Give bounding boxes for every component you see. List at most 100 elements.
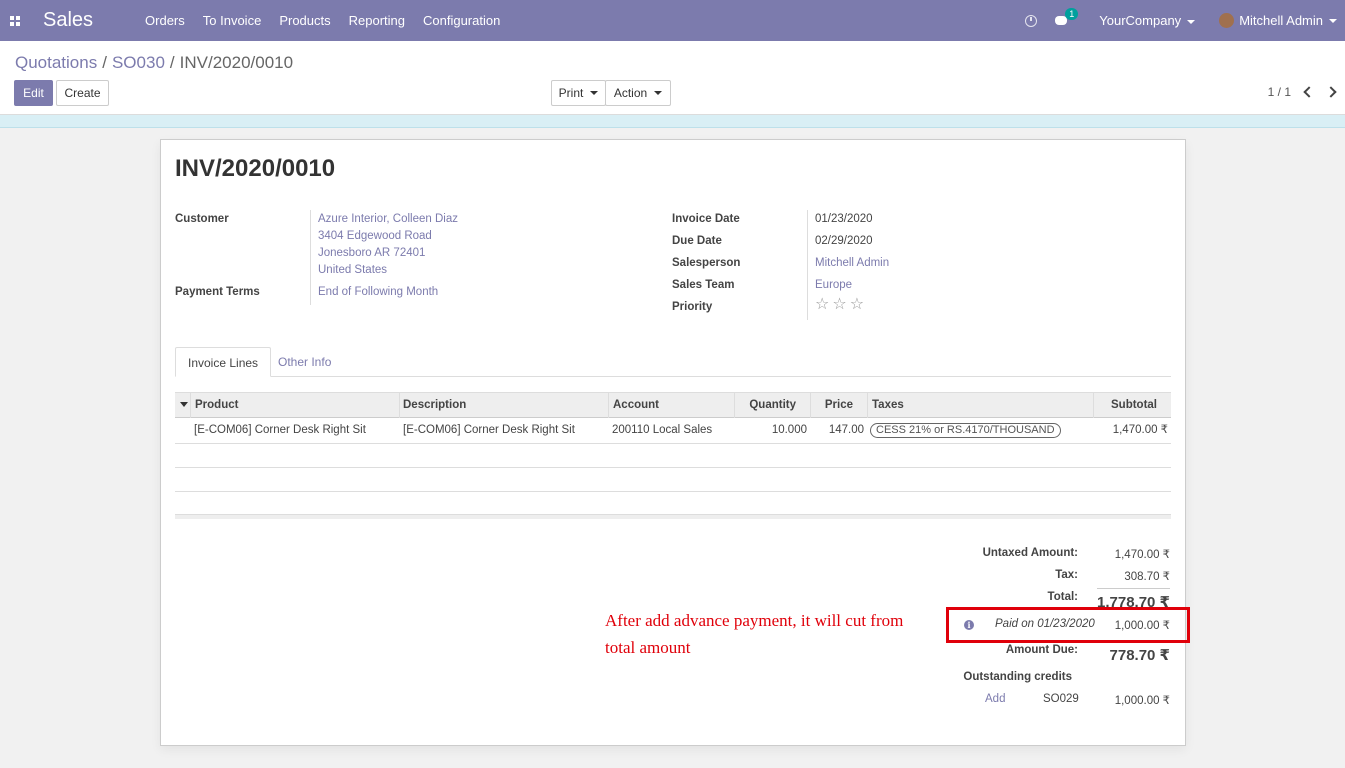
pager-value[interactable]: 1 / 1: [1268, 85, 1291, 99]
chevron-down-icon: [1329, 18, 1337, 23]
column-description[interactable]: Description: [399, 393, 608, 418]
messaging-chat-icon[interactable]: 1: [1055, 7, 1079, 27]
empty-table-row: [175, 468, 1171, 492]
menu-products[interactable]: Products: [279, 13, 330, 28]
cell-description: [E-COM06] Corner Desk Right Sit: [403, 424, 575, 436]
pager: 1 / 1: [1268, 85, 1337, 99]
salesperson-label: Salesperson: [672, 257, 741, 269]
edit-button[interactable]: Edit: [14, 80, 53, 106]
due-date-value: 02/29/2020: [815, 235, 873, 247]
menu-orders[interactable]: Orders: [145, 13, 185, 28]
highlight-box: [946, 607, 1190, 643]
star-icon[interactable]: ☆: [815, 297, 829, 313]
chat-badge: 1: [1065, 7, 1079, 20]
untaxed-amount-label: Untaxed Amount:: [982, 547, 1078, 559]
outstanding-credits-label: Outstanding credits: [963, 671, 1072, 683]
customer-address-country: United States: [318, 264, 388, 276]
control-panel: Quotations / SO030/INV/2020/0010 Edit Crea…: [0, 41, 1345, 115]
column-product[interactable]: Product: [190, 393, 399, 418]
print-label: Print: [558, 86, 584, 100]
amount-due-value: 778.70 ₹: [1109, 647, 1170, 664]
cell-subtotal: 1,470.00 ₹: [1112, 424, 1168, 436]
breadcrumb-quotations[interactable]: Quotations: [15, 53, 97, 72]
menu-configuration[interactable]: Configuration: [423, 13, 500, 28]
amount-due-label: Amount Due:: [1005, 644, 1078, 656]
tab-invoice-lines[interactable]: Invoice Lines: [175, 347, 272, 377]
column-subtotal[interactable]: Subtotal: [1093, 393, 1171, 418]
app-brand[interactable]: Sales: [43, 9, 93, 32]
breadcrumb-separator: /: [169, 53, 175, 72]
action-dropdown-button[interactable]: Action: [605, 80, 671, 106]
info-alert-strip: [0, 115, 1345, 128]
cell-account: 200110 Local Sales: [612, 424, 713, 436]
credit-reference: SO029: [1043, 693, 1079, 705]
untaxed-amount-value: 1,470.00 ₹: [1114, 549, 1170, 561]
tax-value: 308.70 ₹: [1124, 571, 1170, 583]
totals-divider: [1097, 588, 1170, 589]
breadcrumb: Quotations / SO030/INV/2020/0010: [15, 53, 293, 73]
customer-address-street: 3404 Edgewood Road: [318, 230, 432, 242]
annotation-note: After add advance payment, it will cut f…: [605, 611, 904, 657]
sales-team-label: Sales Team: [672, 279, 735, 291]
customer-name-link[interactable]: Azure Interior, Colleen Diaz: [318, 213, 458, 225]
cell-price: 147.00: [828, 424, 864, 436]
add-credit-link[interactable]: Add: [985, 693, 1005, 705]
chevron-down-icon: [654, 91, 663, 95]
menu-to-invoice[interactable]: To Invoice: [203, 13, 262, 28]
menu-reporting[interactable]: Reporting: [349, 13, 405, 28]
pager-previous-icon[interactable]: [1303, 86, 1315, 98]
credit-value: 1,000.00 ₹: [1114, 695, 1170, 707]
priority-stars: ☆ ☆ ☆: [815, 297, 867, 313]
star-icon[interactable]: ☆: [832, 297, 846, 313]
breadcrumb-separator: /: [102, 53, 107, 72]
print-dropdown-button[interactable]: Print: [551, 80, 606, 106]
payment-terms-link[interactable]: End of Following Month: [318, 286, 438, 298]
company-switcher[interactable]: YourCompany: [1099, 13, 1196, 28]
tax-tag: CESS 21% or RS.4170/THOUSAND: [870, 423, 1061, 438]
invoice-title: INV/2020/0010: [175, 155, 336, 182]
invoice-date-label: Invoice Date: [672, 213, 740, 225]
column-price[interactable]: Price: [810, 393, 867, 418]
action-label: Action: [613, 86, 648, 100]
table-row[interactable]: [E-COM06] Corner Desk Right Sit [E-COM06…: [175, 418, 1171, 444]
priority-label: Priority: [672, 301, 713, 313]
salesperson-link[interactable]: Mitchell Admin: [815, 257, 889, 269]
breadcrumb-current: INV/2020/0010: [179, 53, 294, 72]
avatar: [1219, 13, 1235, 28]
customer-label: Customer: [175, 213, 229, 225]
chevron-down-icon: [1187, 19, 1196, 24]
payment-terms-label: Payment Terms: [175, 286, 260, 298]
apps-menu-icon[interactable]: [0, 0, 30, 41]
tab-other-info[interactable]: Other Info: [266, 347, 343, 377]
top-navbar: Sales Orders To Invoice Products Reporti…: [0, 0, 1345, 41]
pager-next-icon[interactable]: [1325, 86, 1337, 98]
company-name: YourCompany: [1099, 13, 1182, 28]
user-menu[interactable]: Mitchell Admin: [1219, 13, 1337, 28]
tax-label: Tax:: [1055, 569, 1078, 581]
user-name: Mitchell Admin: [1239, 13, 1323, 28]
star-icon[interactable]: ☆: [850, 297, 864, 313]
total-label: Total:: [1047, 591, 1078, 603]
table-footer: [175, 514, 1171, 519]
activity-clock-icon[interactable]: [1025, 14, 1038, 27]
field-divider: [310, 210, 311, 305]
invoice-lines-table: Product Description Account Quantity Pri…: [175, 392, 1171, 492]
chevron-down-icon: [590, 91, 599, 95]
due-date-label: Due Date: [672, 235, 722, 247]
invoice-date-value: 01/23/2020: [815, 213, 873, 225]
empty-table-row: [175, 444, 1171, 468]
table-header: Product Description Account Quantity Pri…: [175, 392, 1171, 418]
cell-product: [E-COM06] Corner Desk Right Sit: [194, 424, 366, 436]
create-button[interactable]: Create: [56, 80, 109, 106]
column-quantity[interactable]: Quantity: [734, 393, 810, 418]
cell-quantity: 10.000: [771, 424, 807, 436]
field-divider: [807, 210, 808, 320]
column-taxes[interactable]: Taxes: [867, 393, 1093, 418]
chevron-down-icon[interactable]: [180, 402, 188, 407]
invoice-form-sheet: INV/2020/0010 Customer Azure Interior, C…: [160, 139, 1190, 746]
breadcrumb-so030[interactable]: SO030: [112, 53, 165, 72]
column-account[interactable]: Account: [608, 393, 734, 418]
sales-team-link[interactable]: Europe: [815, 279, 852, 291]
cell-taxes: CESS 21% or RS.4170/THOUSAND: [870, 418, 1061, 443]
notebook-tabs: Invoice Lines Other Info: [175, 347, 1171, 377]
